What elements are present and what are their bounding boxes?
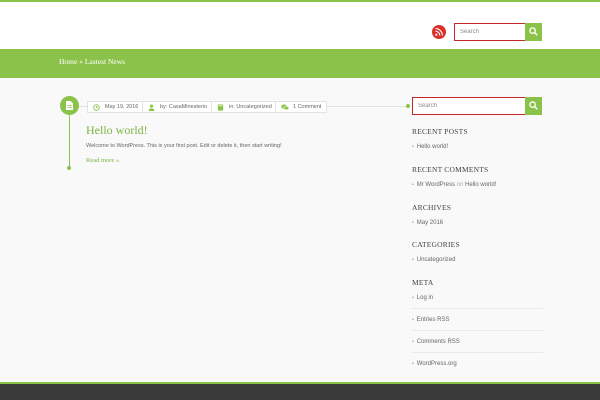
recent-post-item[interactable]: • Hello world! [412, 144, 448, 150]
rss-feed-link[interactable] [432, 25, 446, 39]
post-comments-tag[interactable]: 1 Comment [275, 101, 328, 113]
archive-item[interactable]: • May 2016 [412, 220, 443, 226]
post-date: May 19, 2016 [105, 104, 139, 110]
post-category: in: Uncategorized [229, 104, 272, 110]
meta-item-wordpress-org[interactable]: • WordPress.org [412, 361, 457, 367]
comments-icon [281, 104, 289, 111]
header-search-button[interactable] [525, 23, 542, 41]
timeline-vertical-line [69, 115, 70, 168]
bullet-icon: • [412, 144, 414, 150]
bullet-icon: • [412, 295, 414, 301]
book-icon [217, 104, 224, 111]
meta-divider [412, 352, 543, 353]
sidebar-search-box [412, 97, 526, 115]
recent-comment-item: • Mr WordPress on Hello world! [412, 182, 497, 188]
magnifier-icon [529, 27, 538, 36]
magnifier-icon [529, 101, 538, 110]
widget-title-categories: CATEGORIES [412, 240, 460, 249]
meta-divider [412, 330, 543, 331]
post-author: by: CasaMinesterio [160, 104, 208, 110]
comment-author-link[interactable]: Mr WordPress [417, 182, 455, 188]
timeline-end-dot [67, 166, 71, 170]
sidebar-search-input[interactable] [413, 98, 525, 114]
meta-item-comments-rss[interactable]: • Comments RSS [412, 339, 460, 345]
bullet-icon: • [412, 317, 414, 323]
widget-title-meta: META [412, 278, 434, 287]
post-title[interactable]: Hello world! [86, 123, 148, 138]
breadcrumb: Home » Lastest News [59, 57, 126, 66]
post-author-tag[interactable]: by: CasaMinesterio [142, 101, 214, 113]
widget-title-recent-comments: RECENT COMMENTS [412, 165, 489, 174]
bullet-icon: • [412, 257, 414, 263]
comment-post-link[interactable]: Hello world! [465, 182, 496, 188]
category-item[interactable]: • Uncategorized [412, 257, 455, 263]
widget-title-recent-posts: RECENT POSTS [412, 127, 468, 136]
header-search-box [454, 23, 526, 41]
bullet-icon: • [412, 361, 414, 367]
post-format-badge [60, 96, 79, 115]
timeline-right-dot [406, 104, 410, 108]
bullet-icon: • [412, 339, 414, 345]
clock-icon [93, 104, 100, 111]
document-icon [66, 101, 73, 110]
read-more-link[interactable]: Read more » [86, 157, 119, 164]
site-footer [0, 384, 600, 400]
widget-title-archives: ARCHIVES [412, 203, 452, 212]
post-category-tag[interactable]: in: Uncategorized [211, 101, 278, 113]
user-icon [148, 104, 155, 111]
sidebar-search-button[interactable] [525, 97, 542, 115]
post-excerpt: Welcome to WordPress. This is your first… [86, 143, 282, 149]
meta-item-entries-rss[interactable]: • Entries RSS [412, 317, 449, 323]
bullet-icon: • [412, 220, 414, 226]
post-date-tag[interactable]: May 19, 2016 [87, 101, 145, 113]
bullet-icon: • [412, 182, 414, 188]
post-comments-count: 1 Comment [293, 104, 322, 110]
header-search-input[interactable] [455, 24, 525, 40]
meta-item-log-in[interactable]: • Log in [412, 295, 433, 301]
meta-divider [412, 308, 543, 309]
rss-icon [435, 28, 443, 36]
